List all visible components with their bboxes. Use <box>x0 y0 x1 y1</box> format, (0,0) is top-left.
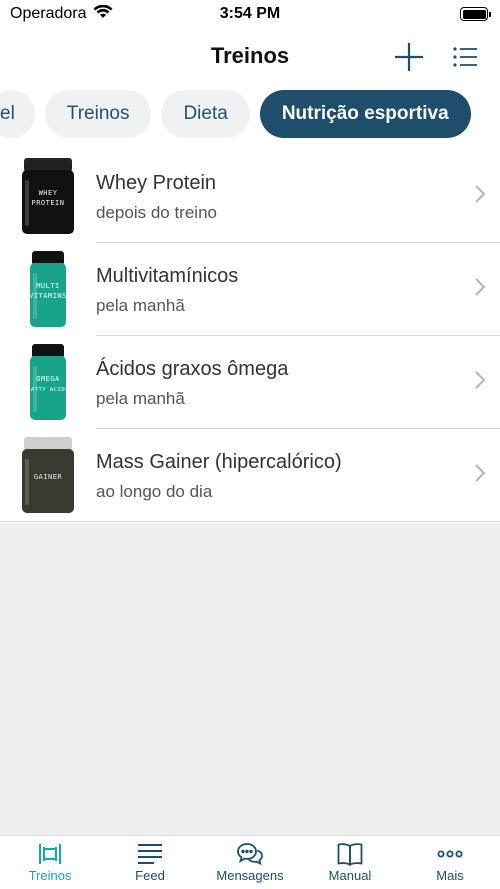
page-title: Treinos <box>210 43 290 68</box>
item-title: Multivitamínicos <box>96 265 239 287</box>
plus-icon <box>395 43 423 71</box>
category-tabs: el Treinos Dieta Nutrição esportiva <box>0 88 500 140</box>
navigation-bar: Treinos <box>0 28 500 84</box>
status-left: Operadora <box>10 4 113 24</box>
tabbar-label: Treinos <box>28 868 72 883</box>
tab-dieta[interactable]: Dieta <box>161 90 250 138</box>
tab-label: Dieta <box>183 103 228 124</box>
tab-label: Nutrição esportiva <box>281 103 449 124</box>
item-title: Mass Gainer (hipercalórico) <box>96 451 342 473</box>
item-subtitle: pela manhã <box>96 389 185 408</box>
carrier-label: Operadora <box>10 5 87 22</box>
tab-nutricao-esportiva[interactable]: Nutrição esportiva <box>259 90 471 138</box>
tabbar-item-feed[interactable]: Feed <box>100 836 200 883</box>
tabbar-label: Manual <box>328 868 372 883</box>
tab-treinos[interactable]: Treinos <box>44 90 152 138</box>
divider <box>0 521 500 522</box>
add-button[interactable] <box>392 40 426 74</box>
list-item[interactable]: MULTI VITAMINS Multivitamínicos pela manh… <box>0 243 500 336</box>
jar-label-text: FATTY ACIDS <box>27 387 69 393</box>
jar-illustration: GAINER <box>22 436 74 513</box>
item-title: Ácidos graxos ômega <box>96 358 289 380</box>
item-title: Whey Protein <box>96 172 217 194</box>
item-subtitle: pela manhã <box>96 296 185 315</box>
chevron-right-icon <box>475 464 486 482</box>
jar-illustration: OMEGA FATTY ACIDS <box>27 343 69 420</box>
list-view-button[interactable] <box>448 40 482 74</box>
list-icon <box>453 47 477 67</box>
supplement-image: OMEGA FATTY ACIDS <box>0 336 96 429</box>
tabbar-label: Mensagens <box>216 868 284 883</box>
battery-icon <box>460 7 491 21</box>
chevron-right-icon <box>475 185 486 203</box>
tab-partial[interactable]: el <box>0 90 35 138</box>
list-item[interactable]: GAINER Mass Gainer (hipercalórico) ao lo… <box>0 429 500 522</box>
supplement-image: GAINER <box>0 429 96 522</box>
feed-icon <box>138 844 162 864</box>
chat-icon <box>237 843 263 866</box>
jar-label-text: VITAMINS <box>29 292 67 300</box>
jar-label-text: OMEGA <box>36 375 60 383</box>
bottom-tab-bar: Treinos Feed Mensagens Manual Mais <box>0 835 500 889</box>
wifi-icon <box>93 4 113 24</box>
book-icon <box>337 843 363 866</box>
supplement-list: WHEY PROTEIN Whey Protein depois do trein… <box>0 150 500 522</box>
supplement-image: WHEY PROTEIN <box>0 150 96 243</box>
jar-label-text: GAINER <box>34 473 63 481</box>
chevron-right-icon <box>475 278 486 296</box>
supplement-image: MULTI VITAMINS <box>0 243 96 336</box>
tabbar-label: Feed <box>135 868 165 883</box>
tabbar-item-manual[interactable]: Manual <box>300 836 400 883</box>
tabbar-item-mensagens[interactable]: Mensagens <box>200 836 300 883</box>
empty-background <box>0 523 500 835</box>
jar-illustration: WHEY PROTEIN <box>22 157 74 234</box>
jar-label-text: PROTEIN <box>31 199 64 207</box>
nav-actions <box>392 40 482 74</box>
list-item[interactable]: WHEY PROTEIN Whey Protein depois do trein… <box>0 150 500 243</box>
jar-label-text: MULTI <box>36 282 60 290</box>
chevron-right-icon <box>475 371 486 389</box>
more-icon <box>437 850 463 858</box>
tabbar-label: Mais <box>436 868 464 883</box>
tabbar-item-mais[interactable]: Mais <box>400 836 500 883</box>
jar-label-text: WHEY <box>39 189 58 197</box>
item-subtitle: depois do treino <box>96 203 217 222</box>
list-item[interactable]: OMEGA FATTY ACIDS Ácidos graxos ômega pel… <box>0 336 500 429</box>
item-subtitle: ao longo do dia <box>96 482 213 501</box>
dumbbell-icon <box>39 844 61 864</box>
tab-label: Treinos <box>66 103 130 124</box>
tab-label: el <box>0 103 15 124</box>
jar-illustration: MULTI VITAMINS <box>29 250 67 327</box>
tabbar-item-treinos[interactable]: Treinos <box>0 836 100 883</box>
status-bar: Operadora 3:54 PM <box>0 0 500 28</box>
